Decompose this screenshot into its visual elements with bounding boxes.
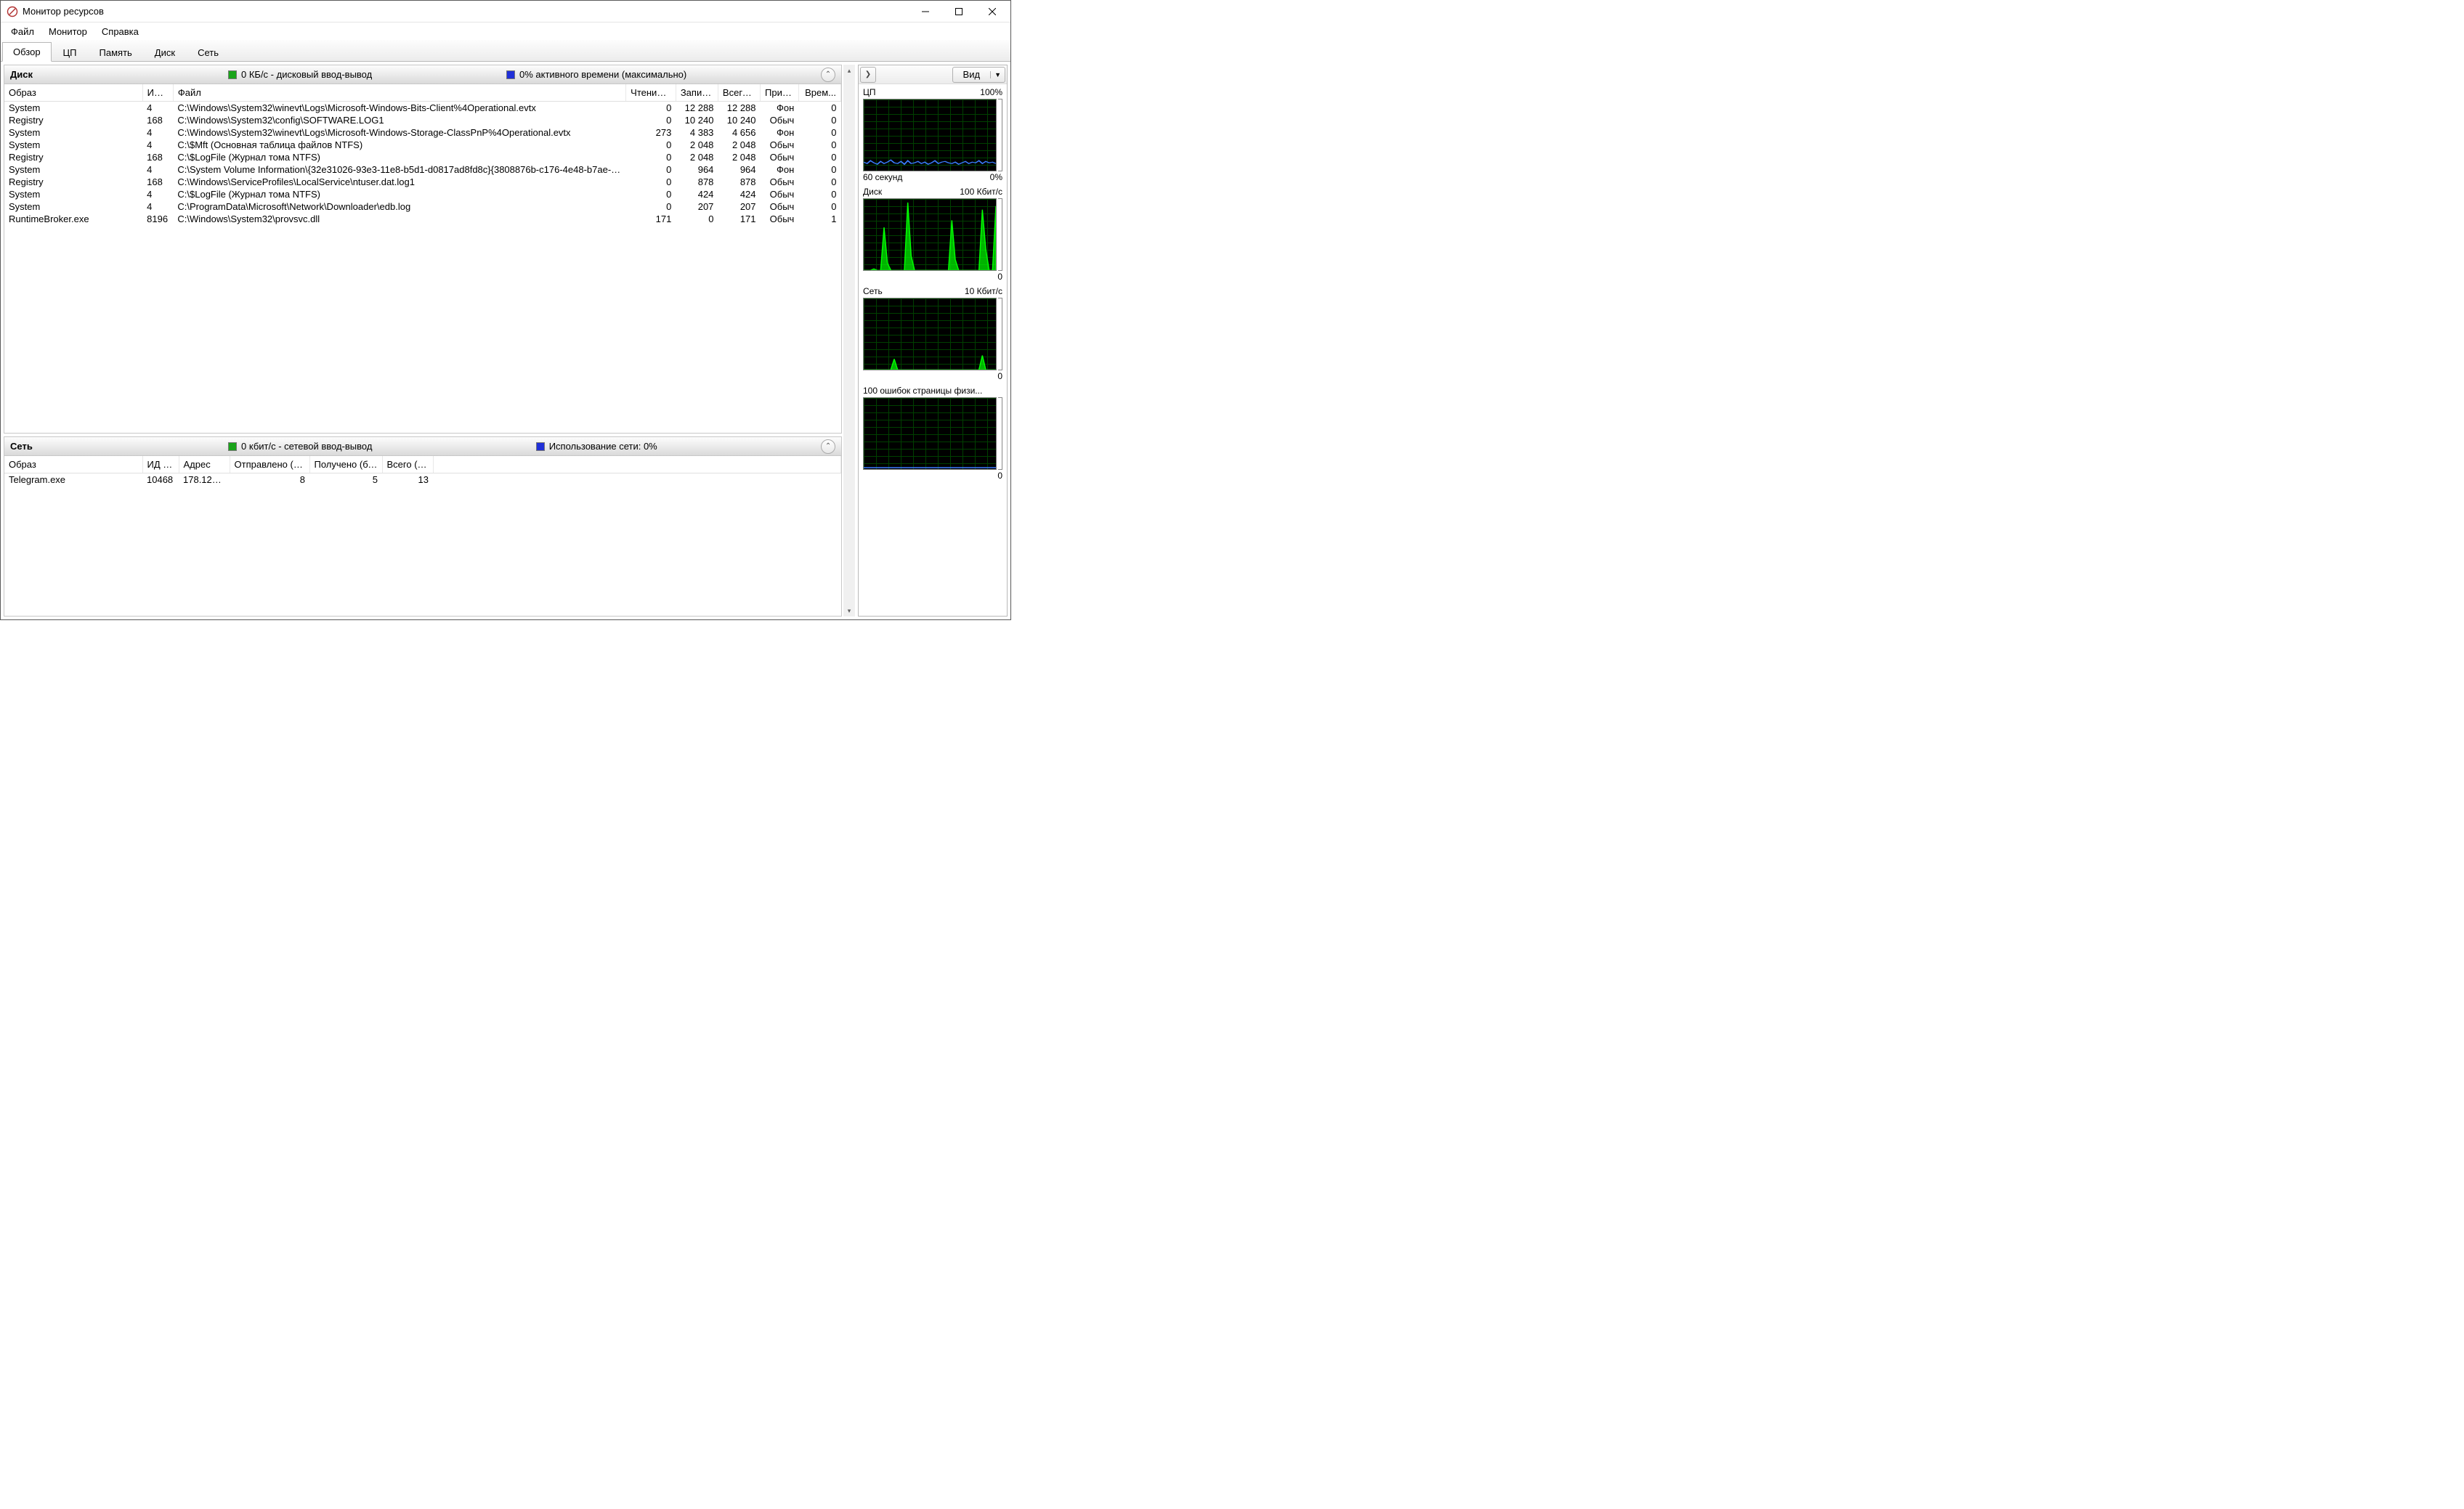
network-section-title: Сеть	[10, 441, 228, 452]
tab-network[interactable]: Сеть	[187, 43, 230, 62]
network-table[interactable]: Образ ИД пр... Адрес Отправлено (байт/с)…	[4, 456, 841, 616]
tab-memory[interactable]: Память	[89, 43, 143, 62]
menu-monitor[interactable]: Монитор	[41, 24, 94, 39]
app-icon	[7, 6, 18, 17]
disk-stat1: 0 КБ/с - дисковый ввод-вывод	[241, 69, 372, 80]
table-row[interactable]: System4C:\$Mft (Основная таблица файлов …	[4, 139, 841, 151]
content-area: Диск 0 КБ/с - дисковый ввод-вывод 0% акт…	[1, 62, 1010, 619]
left-column: Диск 0 КБ/с - дисковый ввод-вывод 0% акт…	[4, 65, 855, 617]
charts-nav-button[interactable]: ❯	[860, 67, 876, 83]
cpu-chart: ЦП 100% 60 секунд 0%	[863, 87, 1002, 182]
disk-legend2-icon	[506, 70, 515, 79]
scroll-down-icon[interactable]: ▾	[843, 605, 855, 617]
col-image[interactable]: Образ	[4, 84, 142, 102]
table-row[interactable]: RuntimeBroker.exe8196C:\Windows\System32…	[4, 213, 841, 225]
disk-section: Диск 0 КБ/с - дисковый ввод-вывод 0% акт…	[4, 65, 842, 434]
table-row[interactable]: Telegram.exe10468178.128....8513	[4, 473, 841, 487]
disk-chart-footR: 0	[997, 272, 1002, 282]
col-file[interactable]: Файл	[173, 84, 625, 102]
table-row[interactable]: System4C:\Windows\System32\winevt\Logs\M…	[4, 126, 841, 139]
tab-overview[interactable]: Обзор	[2, 42, 52, 62]
table-row[interactable]: System4C:\Windows\System32\winevt\Logs\M…	[4, 102, 841, 115]
network-section: Сеть 0 кбит/с - сетевой ввод-вывод Испол…	[4, 436, 842, 617]
network-section-header[interactable]: Сеть 0 кбит/с - сетевой ввод-вывод Испол…	[4, 437, 841, 456]
table-row[interactable]: Registry168C:\$LogFile (Журнал тома NTFS…	[4, 151, 841, 163]
scroll-up-icon[interactable]: ▴	[843, 65, 855, 76]
net-stat2: Использование сети: 0%	[549, 441, 657, 452]
net-stat1: 0 кбит/с - сетевой ввод-вывод	[241, 441, 372, 452]
ncol-sent[interactable]: Отправлено (байт/с)	[230, 456, 309, 473]
ncol-image[interactable]: Образ	[4, 456, 142, 473]
table-row[interactable]: System4C:\$LogFile (Журнал тома NTFS)042…	[4, 188, 841, 200]
col-prio[interactable]: Прио...	[761, 84, 799, 102]
tab-disk[interactable]: Диск	[144, 43, 186, 62]
window-title: Монитор ресурсов	[23, 6, 909, 17]
minimize-button[interactable]	[909, 1, 942, 23]
cpu-chart-footL: 60 секунд	[863, 172, 902, 182]
disk-section-header[interactable]: Диск 0 КБ/с - дисковый ввод-вывод 0% акт…	[4, 65, 841, 84]
tab-cpu[interactable]: ЦП	[52, 43, 88, 62]
cpu-chart-title: ЦП	[863, 87, 876, 97]
disk-chart-max: 100 Кбит/с	[960, 187, 1002, 197]
ncol-total[interactable]: Всего (байт	[382, 456, 433, 473]
net-chart-footR: 0	[997, 371, 1002, 381]
disk-chart: Диск 100 Кбит/с 0	[863, 187, 1002, 282]
view-label: Вид	[953, 69, 991, 80]
menu-file[interactable]: Файл	[4, 24, 41, 39]
app-window: Монитор ресурсов Файл Монитор Справка Об…	[0, 0, 1011, 620]
table-row[interactable]: Registry168C:\Windows\ServiceProfiles\Lo…	[4, 176, 841, 188]
net-chart-title: Сеть	[863, 286, 883, 296]
col-write[interactable]: Запис...	[676, 84, 718, 102]
disk-section-title: Диск	[10, 69, 228, 80]
dropdown-icon: ▼	[990, 71, 1005, 78]
cpu-chart-footR: 0%	[990, 172, 1002, 182]
net-chart: Сеть 10 Кбит/с 0	[863, 286, 1002, 381]
charts-container: ЦП 100% 60 секунд 0% Диск 100 Кбит/с 0 Сеть…	[859, 84, 1007, 616]
disk-stat2: 0% активного времени (максимально)	[519, 69, 686, 80]
col-read[interactable]: Чтение (б...	[626, 84, 676, 102]
titlebar: Монитор ресурсов	[1, 1, 1010, 23]
disk-table[interactable]: Образ ИД ... Файл Чтение (б... Запис... …	[4, 84, 841, 433]
mem-chart-title: 100 ошибок страницы физи...	[863, 386, 982, 396]
table-row[interactable]: System4C:\ProgramData\Microsoft\Network\…	[4, 200, 841, 213]
net-legend1-icon	[228, 442, 237, 451]
disk-legend1-icon	[228, 70, 237, 79]
disk-collapse-button[interactable]: ⌃	[821, 68, 835, 82]
ncol-addr[interactable]: Адрес	[179, 456, 230, 473]
charts-pane: ❯ Вид ▼ ЦП 100% 60 секунд 0% Диск 100 Кбит/…	[858, 65, 1008, 617]
network-collapse-button[interactable]: ⌃	[821, 439, 835, 454]
view-dropdown[interactable]: Вид ▼	[952, 67, 1005, 83]
charts-toolbar: ❯ Вид ▼	[859, 65, 1007, 84]
ncol-pid[interactable]: ИД пр...	[142, 456, 179, 473]
disk-chart-title: Диск	[863, 187, 882, 197]
col-pid[interactable]: ИД ...	[142, 84, 173, 102]
net-chart-max: 10 Кбит/с	[965, 286, 1002, 296]
table-row[interactable]: System4C:\System Volume Information\{32e…	[4, 163, 841, 176]
net-legend2-icon	[536, 442, 545, 451]
table-row[interactable]: Registry168C:\Windows\System32\config\SO…	[4, 114, 841, 126]
menubar: Файл Монитор Справка	[1, 23, 1010, 40]
tabbar: Обзор ЦП Память Диск Сеть	[1, 40, 1010, 62]
maximize-button[interactable]	[942, 1, 976, 23]
mem-chart-footR: 0	[997, 471, 1002, 481]
col-resp[interactable]: Врем...	[798, 84, 840, 102]
mem-chart: 100 ошибок страницы физи... 0	[863, 386, 1002, 481]
close-button[interactable]	[976, 1, 1009, 23]
menu-help[interactable]: Справка	[94, 24, 146, 39]
left-scrollbar[interactable]: ▴ ▾	[843, 65, 855, 617]
col-total[interactable]: Всего ...	[718, 84, 760, 102]
cpu-chart-max: 100%	[980, 87, 1002, 97]
ncol-recv[interactable]: Получено (байт	[309, 456, 382, 473]
